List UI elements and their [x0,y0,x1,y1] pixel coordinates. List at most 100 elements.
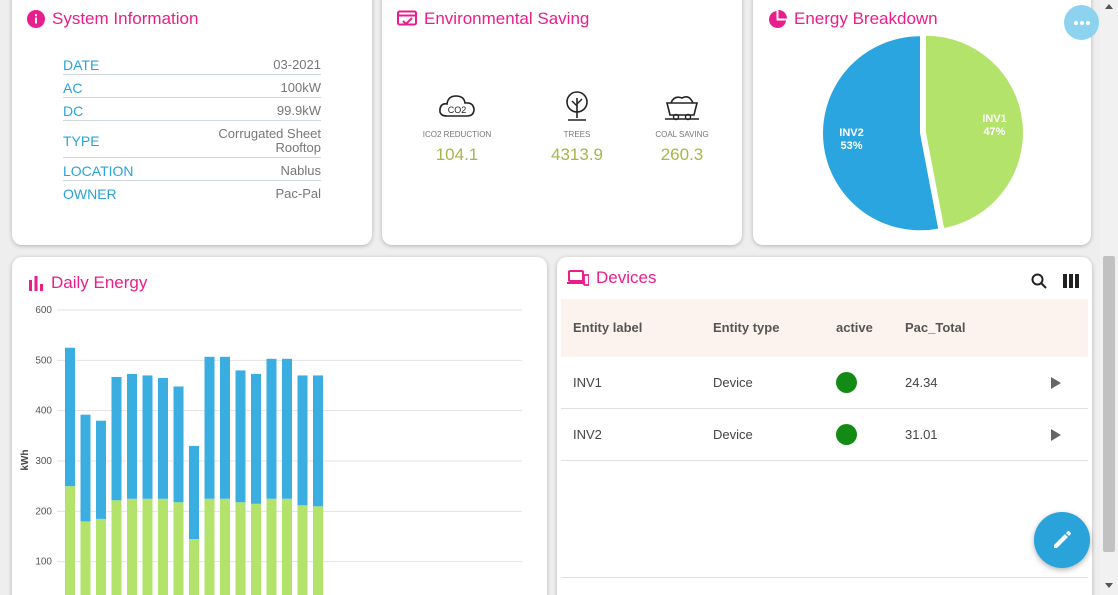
bar-segment[interactable] [220,498,230,595]
bar-segment[interactable] [189,445,199,540]
y-axis-label: kWh [20,449,31,470]
bar-segment[interactable] [173,386,184,503]
bar-segment[interactable] [297,505,308,595]
bar-segment[interactable] [127,373,137,499]
bar-segment[interactable] [282,358,292,499]
y-tick-label: 300 [35,456,52,467]
more-horizontal-icon [1073,20,1090,25]
system-info-key: AC [63,79,83,96]
system-info-value: 99.9kW [276,102,321,118]
vertical-scrollbar[interactable] [1100,0,1118,595]
daily-energy-card: Daily Energy 100 200 300 400 500 600 kWh [12,257,547,595]
bar-segment[interactable] [173,502,184,595]
y-tick-label: 600 [35,305,52,316]
devices-icon [567,270,589,286]
energy-breakdown-card: Energy Breakdown INV1 47% INV2 53% [753,0,1091,245]
scrollbar-down-arrow[interactable] [1105,583,1113,588]
pie-slice-inv1[interactable] [925,35,1023,228]
play-arrow-icon[interactable] [1051,377,1061,389]
bar-segment[interactable] [220,356,230,499]
bar-segment[interactable] [65,347,75,487]
bar-segment[interactable] [313,506,323,595]
cell-pac-total: 24.34 [905,375,938,390]
env-label: TREES [563,130,591,139]
env-label: ICO2 REDUCTION [422,130,492,139]
system-info-row-date: DATE 03-2021 [63,55,321,75]
y-tick-label: 100 [35,557,52,568]
system-info-row-ac: AC 100kW [63,78,321,98]
y-tick-label: 200 [35,506,52,517]
bar-segment[interactable] [235,370,246,503]
system-info-value: Nablus [280,162,321,178]
bar-segment[interactable] [96,420,106,519]
bar-segment[interactable] [142,498,153,595]
system-info-key: DATE [63,56,100,73]
environmental-saving-card: Environmental Saving CO2 ICO2 REDUCTION … [382,0,742,245]
table-row[interactable]: INV1 Device 24.34 [561,357,1088,409]
bar-segment[interactable] [189,539,199,595]
table-row[interactable]: INV2 Device 31.01 [561,409,1088,461]
bar-segment[interactable] [158,377,168,499]
cell-entity-type: Device [713,427,753,442]
system-information-title: System Information [27,9,198,29]
scrollbar-up-arrow[interactable] [1105,4,1113,9]
column-header-active[interactable]: active [836,299,873,357]
columns-icon[interactable] [1063,274,1079,288]
scrollbar-thumb[interactable] [1103,256,1115,552]
co2-cloud-icon: CO2 [439,95,475,117]
env-trees: TREES 4313.9 [522,90,632,165]
bar-segment[interactable] [111,376,122,501]
system-info-value: Corrugated Sheet Rooftop [218,125,321,155]
system-info-key: DC [63,102,84,119]
column-header-entity-type[interactable]: Entity type [713,299,779,357]
y-tick-label: 400 [35,406,52,417]
more-options-button[interactable] [1064,5,1099,40]
env-value: 4313.9 [551,145,603,164]
bar-segment[interactable] [80,521,91,595]
bar-segment[interactable] [297,375,308,506]
bar-segment[interactable] [266,358,277,499]
svg-text:CO2: CO2 [448,105,467,115]
bar-segment[interactable] [266,498,277,595]
bar-segment[interactable] [282,498,292,595]
devices-table-header: Entity label Entity type active Pac_Tota… [561,299,1088,357]
bar-segment[interactable] [204,498,215,595]
system-info-row-type: TYPE Corrugated Sheet Rooftop [63,124,321,158]
bar-segment[interactable] [65,486,75,595]
pie-label-percent: 47% [983,126,1005,138]
bar-segment[interactable] [158,498,168,595]
cell-entity-label: INV2 [573,427,602,442]
pie-label-name: INV2 [839,127,863,139]
bar-segment[interactable] [251,503,261,595]
energy-breakdown-pie: INV147% INV253% [823,35,1023,231]
bar-segment[interactable] [313,375,323,507]
edit-button[interactable] [1034,512,1090,568]
cell-entity-label: INV1 [573,375,602,390]
daily-energy-chart: 100 200 300 400 500 600 kWh [20,305,522,595]
search-icon[interactable] [1031,273,1047,289]
bar-segment[interactable] [251,373,261,504]
column-header-entity-label[interactable]: Entity label [573,299,642,357]
system-info-value: 100kW [280,79,321,95]
system-info-key: LOCATION [63,162,134,179]
system-info-row-dc: DC 99.9kW [63,101,321,121]
info-icon [27,10,45,28]
bar-segment[interactable] [96,518,106,595]
bar-segment[interactable] [142,375,153,499]
play-arrow-icon[interactable] [1051,429,1061,441]
env-value: 260.3 [660,145,704,164]
column-header-pac-total[interactable]: Pac_Total [905,299,965,357]
system-info-key: OWNER [63,186,117,202]
bar-segment[interactable] [111,500,122,595]
bar-segment[interactable] [204,356,215,499]
bar-segment[interactable] [235,502,246,595]
system-info-row-owner: OWNER Pac-Pal [63,184,321,204]
bar-segment[interactable] [127,498,137,595]
env-value: 104.1 [435,145,479,164]
certificate-icon [397,10,417,26]
cell-pac-total: 31.01 [905,427,938,442]
system-info-value: 03-2021 [273,56,321,72]
bar-segment[interactable] [80,414,91,522]
active-status-dot [836,424,857,445]
devices-card: Devices Entity label Entity type active … [557,257,1092,595]
